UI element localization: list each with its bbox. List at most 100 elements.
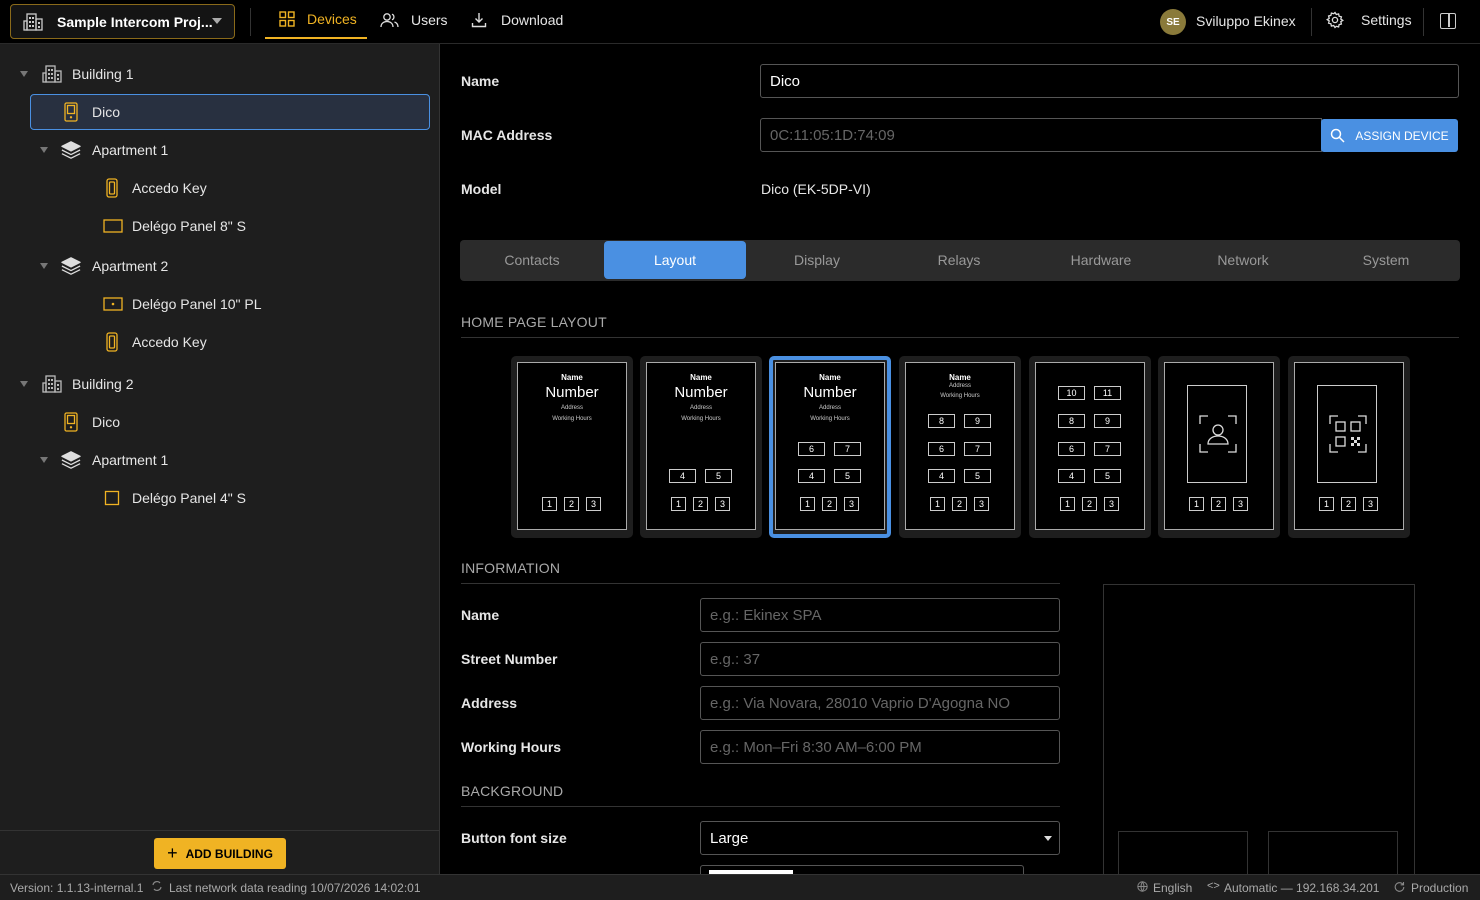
layout-option-selected[interactable]: Name Number Address Working Hours 6 7 4 …: [769, 356, 891, 538]
preview-number: Number: [545, 384, 599, 401]
preview-key: 2: [564, 497, 579, 511]
collapse-arrow-icon[interactable]: [20, 71, 28, 77]
address-field[interactable]: e.g.: Via Novara, 28010 Vaprio D'Agogna …: [700, 686, 1060, 720]
device-name-field[interactable]: Dico: [760, 64, 1459, 98]
project-name: Sample Intercom Proj...: [57, 13, 213, 30]
project-selector[interactable]: Sample Intercom Proj...: [10, 4, 235, 39]
layout-option[interactable]: Name Address Working Hours 8 9 6 7 4 5 1…: [899, 356, 1021, 538]
preview-key: 8: [1058, 414, 1085, 428]
preview-key: 7: [1094, 442, 1121, 456]
background-title: BACKGROUND: [461, 783, 564, 799]
tree-item-device-selected[interactable]: Dico: [30, 94, 430, 130]
settings-button[interactable]: Settings: [1326, 11, 1412, 29]
assign-device-button[interactable]: ASSIGN DEVICE: [1321, 119, 1458, 152]
preview-hours: Working Hours: [681, 416, 721, 422]
network-mode[interactable]: Automatic — 192.168.34.201: [1224, 881, 1379, 895]
refresh-icon: [151, 880, 163, 895]
tree-item-label: Apartment 1: [92, 452, 169, 468]
preview-number: Number: [674, 384, 728, 401]
divider: [250, 8, 251, 36]
preview-key: 4: [1058, 469, 1085, 483]
layout-option[interactable]: 10 11 8 9 6 7 4 5 1 2 3: [1029, 356, 1151, 538]
tree-item-apartment[interactable]: Apartment 2: [36, 248, 426, 284]
tree-item-device[interactable]: Delégo Panel 4" S: [96, 480, 426, 516]
preview-key: 5: [834, 469, 861, 483]
preview-address: Address: [948, 383, 971, 389]
tree-item-building[interactable]: Building 1: [16, 56, 426, 92]
layout-option[interactable]: 1 2 3: [1288, 356, 1410, 538]
environment-label[interactable]: Production: [1411, 881, 1468, 895]
preview-key: 3: [586, 497, 601, 511]
tab-display[interactable]: Display: [746, 241, 888, 279]
tree-item-device[interactable]: Delégo Panel 8" S: [96, 208, 426, 244]
mac-address-field[interactable]: 0C:11:05:1D:74:09: [760, 118, 1322, 152]
preview-name: Name: [819, 373, 841, 382]
language-selector[interactable]: English: [1153, 881, 1192, 895]
button-font-size-select[interactable]: Large: [700, 821, 1060, 855]
tab-hardware[interactable]: Hardware: [1030, 241, 1172, 279]
info-name-label: Name: [461, 607, 500, 623]
version-text: Version: 1.1.13-internal.1: [10, 881, 144, 895]
layers-icon: [61, 450, 81, 470]
preview-hours: Working Hours: [940, 393, 980, 399]
nav-devices[interactable]: Devices: [265, 0, 367, 39]
tab-layout[interactable]: Layout: [604, 241, 746, 279]
tree-item-device[interactable]: Accedo Key: [96, 170, 426, 206]
preview-key: 6: [928, 442, 955, 456]
street-number-field[interactable]: e.g.: 37: [700, 642, 1060, 676]
tree-item-device[interactable]: Dico: [30, 404, 426, 440]
nav-devices-label: Devices: [307, 10, 357, 27]
layout-option[interactable]: Name Number Address Working Hours 1 2 3: [511, 356, 633, 538]
sidebar-toggle-icon[interactable]: [1440, 13, 1456, 29]
tree-item-building[interactable]: Building 2: [16, 366, 426, 402]
preview-hours: Working Hours: [552, 416, 592, 422]
add-building-label: ADD BUILDING: [185, 846, 273, 861]
nav-users[interactable]: Users: [380, 0, 448, 39]
preview-key: 3: [974, 497, 989, 511]
background-color-field[interactable]: [700, 865, 1024, 874]
preview-key: 5: [964, 469, 991, 483]
model-value: Dico (EK-5DP-VI): [761, 181, 871, 197]
tab-contacts[interactable]: Contacts: [461, 241, 603, 279]
preview-name: Name: [690, 373, 712, 382]
working-hours-field[interactable]: e.g.: Mon–Fri 8:30 AM–6:00 PM: [700, 730, 1060, 764]
panel-device-icon: [102, 216, 124, 236]
button-font-size-label: Button font size: [461, 830, 567, 846]
preview-name: Name: [561, 373, 583, 382]
preview-name: Name: [949, 373, 971, 382]
tab-system[interactable]: System: [1315, 241, 1457, 279]
tree-item-label: Delégo Panel 4" S: [132, 490, 246, 506]
building-icon: [42, 374, 62, 394]
layers-icon: [61, 140, 81, 160]
preview-key: 2: [1082, 497, 1097, 511]
tree-item-device[interactable]: Delégo Panel 10" PL: [96, 286, 426, 322]
tree-item-apartment[interactable]: Apartment 1: [36, 132, 426, 168]
preview-key: 7: [964, 442, 991, 456]
tree-item-label: Accedo Key: [132, 334, 207, 350]
layout-option[interactable]: 1 2 3: [1158, 356, 1280, 538]
layout-preview: Name Number Address Working Hours 4 5 1 …: [646, 362, 756, 530]
collapse-arrow-icon[interactable]: [40, 147, 48, 153]
divider: [461, 806, 1060, 807]
collapse-arrow-icon[interactable]: [20, 381, 28, 387]
collapse-arrow-icon[interactable]: [40, 457, 48, 463]
add-building-button[interactable]: + ADD BUILDING: [154, 838, 286, 869]
tree-item-device[interactable]: Accedo Key: [96, 324, 426, 360]
collapse-arrow-icon[interactable]: [40, 263, 48, 269]
tree-item-label: Dico: [92, 414, 121, 430]
tree-item-apartment[interactable]: Apartment 1: [36, 442, 426, 478]
nav-download[interactable]: Download: [471, 0, 563, 39]
divider: [1423, 8, 1424, 36]
tab-network[interactable]: Network: [1172, 241, 1314, 279]
info-name-field[interactable]: e.g.: Ekinex SPA: [700, 598, 1060, 632]
tree-item-label: Apartment 1: [92, 142, 169, 158]
preview-key: 4: [928, 469, 955, 483]
device-detail-panel: Name Dico MAC Address 0C:11:05:1D:74:09 …: [441, 44, 1480, 874]
preview-key: 7: [834, 442, 861, 456]
layout-option[interactable]: Name Number Address Working Hours 4 5 1 …: [640, 356, 762, 538]
settings-tabs: Contacts Layout Display Relays Hardware …: [460, 240, 1460, 281]
preview-key: 1: [1060, 497, 1075, 511]
avatar[interactable]: SE: [1160, 9, 1186, 35]
tab-relays[interactable]: Relays: [888, 241, 1030, 279]
user-name[interactable]: Sviluppo Ekinex: [1196, 13, 1296, 29]
